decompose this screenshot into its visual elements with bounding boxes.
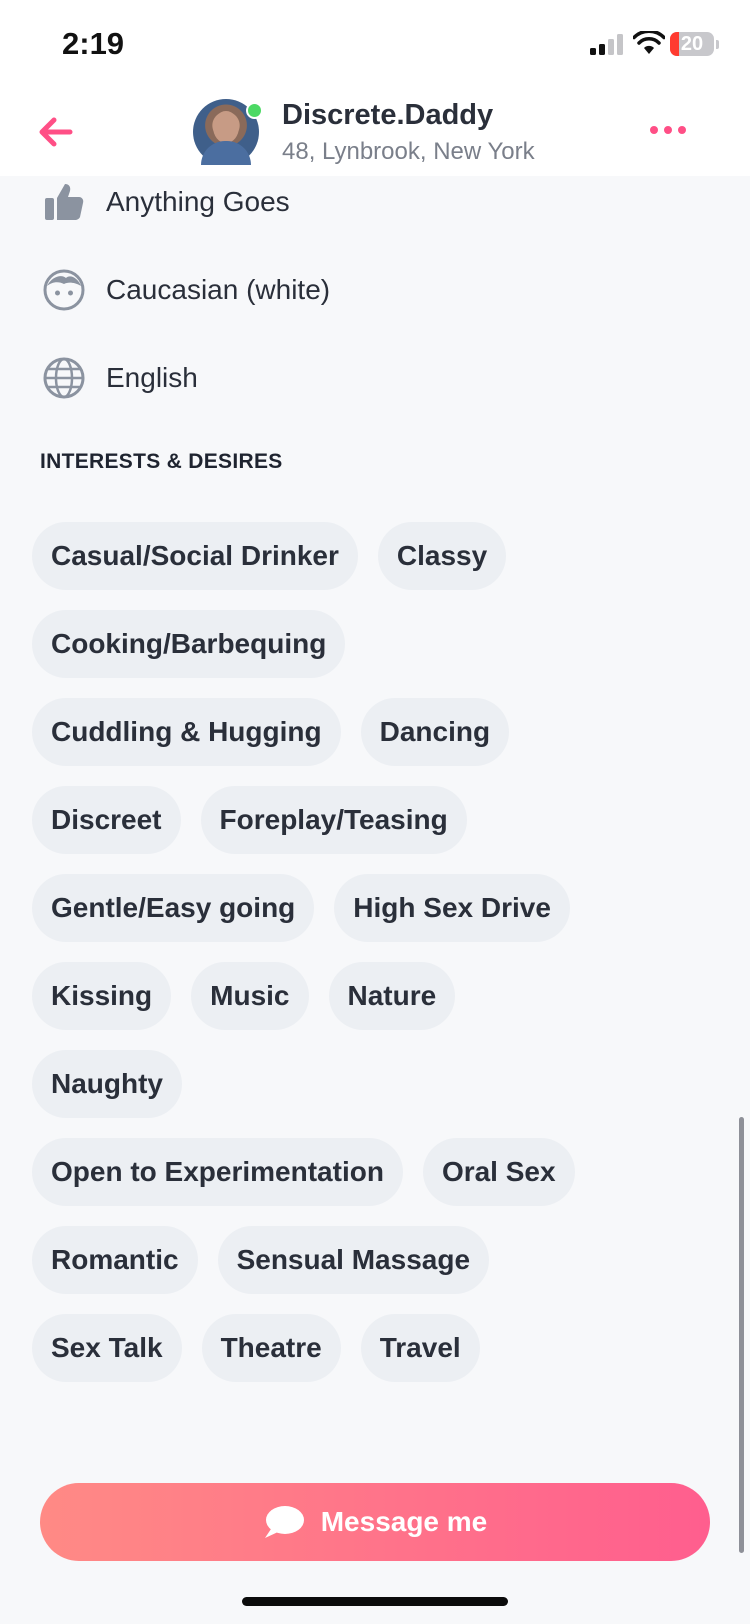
face-icon xyxy=(43,269,85,311)
section-title-interests: INTERESTS & DESIRES xyxy=(40,450,283,473)
message-button-label: Message me xyxy=(320,1506,488,1537)
interest-tag[interactable]: Cooking/Barbequing xyxy=(32,610,346,678)
interest-tag[interactable]: Cuddling & Hugging xyxy=(32,698,341,766)
profile-location: 48, Lynbrook, New York xyxy=(282,138,535,165)
interest-tag[interactable]: Oral Sex xyxy=(422,1138,575,1206)
interest-tag[interactable]: Kissing xyxy=(32,962,172,1030)
interest-tag[interactable]: Gentle/Easy going xyxy=(32,874,315,942)
interest-tag[interactable]: Discreet xyxy=(32,786,181,854)
message-me-button[interactable]: Message me xyxy=(40,1483,710,1561)
detail-row-sex-style: Anything Goes xyxy=(42,180,290,224)
interest-tag[interactable]: Open to Experimentation xyxy=(32,1138,403,1206)
interest-tag[interactable]: Dancing xyxy=(360,698,510,766)
interest-tags: Casual/Social Drinker Classy Cooking/Bar… xyxy=(32,522,722,1382)
interest-tag[interactable]: Music xyxy=(191,962,309,1030)
interest-tag[interactable]: Classy xyxy=(377,522,507,590)
interest-tag[interactable]: Theatre xyxy=(201,1314,341,1382)
profile-header: Discrete.Daddy 48, Lynbrook, New York xyxy=(0,90,750,176)
profile-name: Discrete.Daddy xyxy=(282,99,494,131)
thumbs-up-icon xyxy=(45,184,84,220)
detail-row-ethnicity: Caucasian (white) xyxy=(42,268,330,312)
interest-tag[interactable]: Foreplay/Teasing xyxy=(200,786,467,854)
more-options-icon[interactable] xyxy=(648,117,688,143)
interest-tag[interactable]: High Sex Drive xyxy=(334,874,570,942)
interest-tag[interactable]: Sex Talk xyxy=(32,1314,182,1382)
detail-label: English xyxy=(106,362,198,393)
status-bar: 2:19 20 xyxy=(0,0,750,90)
battery-percent: 20 xyxy=(680,33,704,55)
wifi-icon xyxy=(633,31,665,54)
status-time: 2:19 xyxy=(62,26,125,61)
interest-tag[interactable]: Sensual Massage xyxy=(217,1226,490,1294)
detail-label: Caucasian (white) xyxy=(106,274,331,305)
arrow-left-icon[interactable] xyxy=(34,110,78,154)
detail-row-language: English xyxy=(42,356,198,400)
interest-tag[interactable]: Nature xyxy=(328,962,456,1030)
interest-tag[interactable]: Romantic xyxy=(32,1226,198,1294)
detail-label: Anything Goes xyxy=(106,186,290,217)
interest-tag[interactable]: Naughty xyxy=(32,1050,182,1118)
online-status-indicator xyxy=(246,102,263,119)
globe-icon xyxy=(43,357,85,399)
cellular-signal-icon xyxy=(590,34,623,55)
chat-bubble-icon xyxy=(264,1506,304,1538)
interest-tag[interactable]: Travel xyxy=(360,1314,480,1382)
home-indicator xyxy=(242,1597,508,1606)
battery-icon: 20 xyxy=(670,32,720,58)
scrollbar[interactable] xyxy=(739,1117,744,1553)
interest-tag[interactable]: Casual/Social Drinker xyxy=(32,522,358,590)
